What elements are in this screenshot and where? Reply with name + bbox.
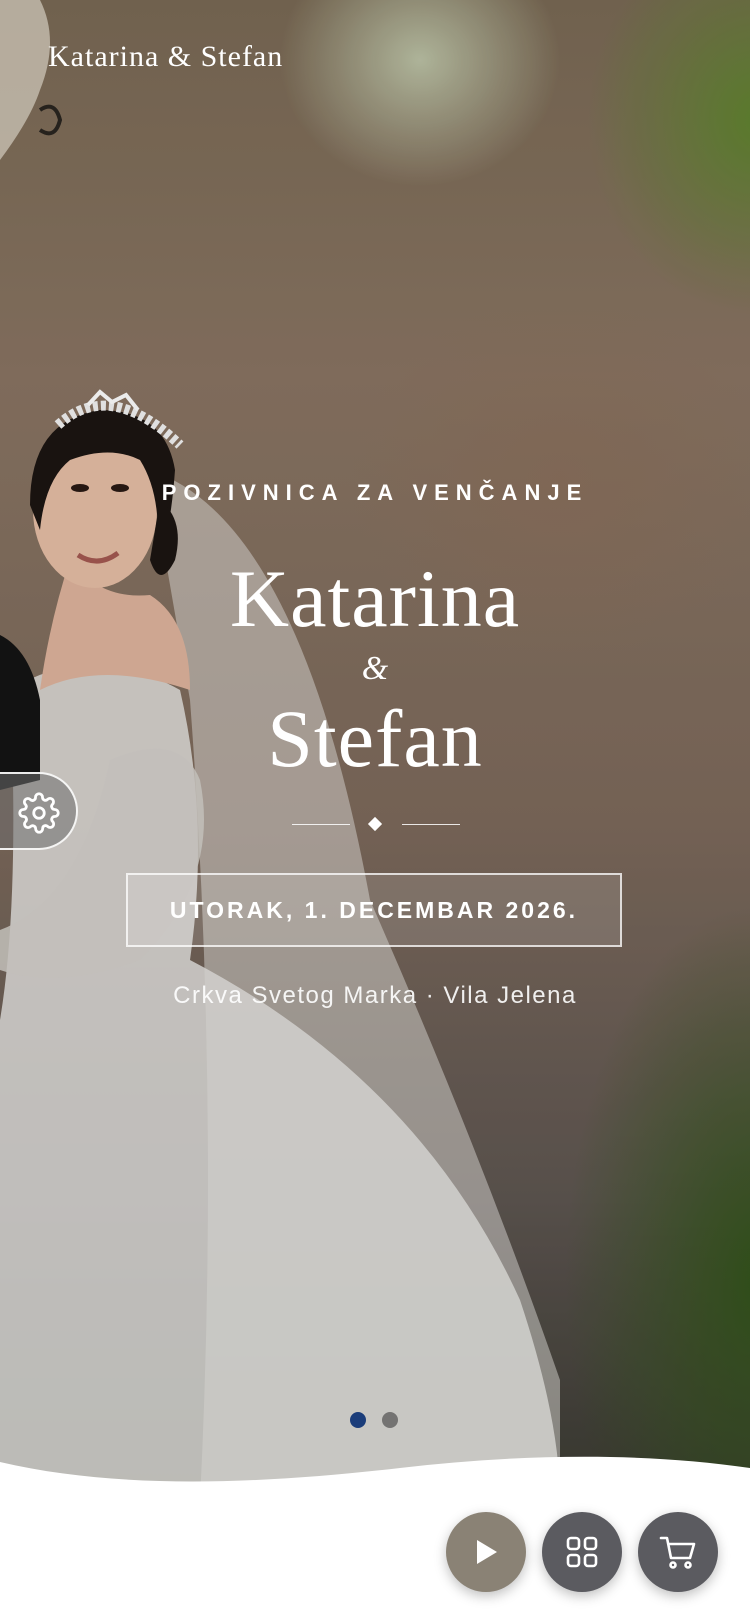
play-music-button[interactable] <box>446 1512 526 1592</box>
cart-icon <box>659 1536 696 1569</box>
cart-button[interactable] <box>638 1512 718 1592</box>
carousel-dot-1[interactable] <box>350 1412 366 1428</box>
divider-line-right <box>402 824 460 825</box>
carousel-dots <box>350 1412 402 1430</box>
carousel-dot-2[interactable] <box>382 1412 398 1428</box>
invitation-eyebrow: POZIVNICA ZA VENČANJE <box>161 480 589 505</box>
wedding-date: UTORAK, 1. DECEMBAR 2026. <box>169 896 579 923</box>
wave-divider <box>0 1456 750 1624</box>
bride-name: Katarina <box>229 553 521 644</box>
play-icon <box>477 1540 497 1564</box>
wedding-date-box: UTORAK, 1. DECEMBAR 2026. <box>126 873 622 947</box>
ampersand: & <box>361 650 389 687</box>
venue-text: Crkva Svetog Marka · Vila Jelena <box>173 982 577 1009</box>
diamond-icon <box>367 816 383 832</box>
couple-brand[interactable]: Katarina & Stefan <box>48 40 283 74</box>
gear-icon <box>18 792 60 834</box>
grid-icon <box>566 1536 598 1568</box>
menu-button[interactable] <box>542 1512 622 1592</box>
ornamental-divider <box>292 815 460 835</box>
groom-name: Stefan <box>267 693 483 784</box>
hero-section: Katarina & Stefan POZIVNICA ZA VENČANJE … <box>0 0 750 1500</box>
divider-line-left <box>292 824 350 825</box>
settings-button[interactable] <box>0 772 78 850</box>
